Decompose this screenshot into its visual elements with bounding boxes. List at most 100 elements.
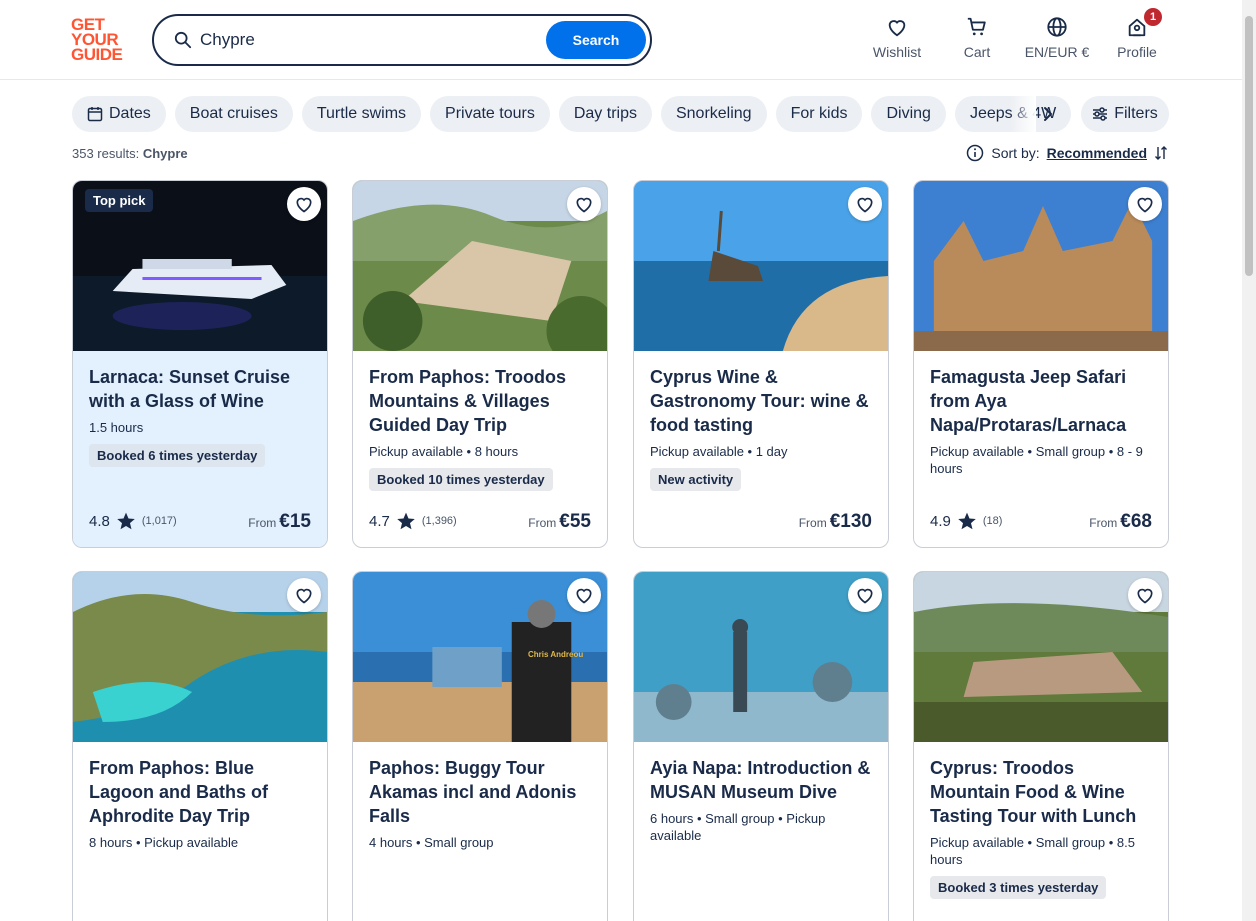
search-bar: Search (152, 14, 652, 66)
card-image (353, 181, 607, 351)
chip-label: For kids (790, 105, 848, 122)
card-title[interactable]: Famagusta Jeep Safari from Aya Napa/Prot… (930, 365, 1152, 437)
card-title[interactable]: Cyprus Wine & Gastronomy Tour: wine & fo… (650, 365, 872, 437)
card-title[interactable]: Cyprus: Troodos Mountain Food & Wine Tas… (930, 756, 1152, 828)
card-body: From Paphos: Troodos Mountains & Village… (353, 351, 607, 547)
card-body: Famagusta Jeep Safari from Aya Napa/Prot… (914, 351, 1168, 547)
sort-arrows-icon (1155, 146, 1167, 160)
results-count: 353 results: Chypre (72, 146, 188, 161)
card-rating: 4.7 (1,396) (369, 511, 457, 531)
price-from-label: From (798, 516, 827, 530)
review-count: (18) (982, 515, 1003, 527)
rating-value: 4.7 (369, 512, 390, 530)
card-meta: 1.5 hours (89, 420, 144, 435)
new-activity-tag: New activity (650, 468, 742, 491)
heart-icon (857, 588, 873, 604)
filters-button[interactable]: Filters (1081, 96, 1169, 132)
price-value: €15 (279, 511, 311, 532)
card-meta: Pickup available • 8 hours (369, 444, 519, 459)
search-input[interactable] (200, 26, 530, 54)
card-title[interactable]: Ayia Napa: Introduction & MUSAN Museum D… (650, 756, 872, 804)
price-from-label: From (1089, 516, 1118, 530)
price-from-label: From (248, 516, 277, 530)
card-body: From Paphos: Blue Lagoon and Baths of Ap… (73, 742, 327, 921)
activity-card[interactable]: From Paphos: Blue Lagoon and Baths of Ap… (72, 571, 328, 921)
card-rating: 4.8 (1,017) (89, 511, 177, 531)
card-body: Ayia Napa: Introduction & MUSAN Museum D… (634, 742, 888, 921)
page-scrollbar[interactable] (1242, 0, 1256, 921)
booked-tag: Booked 10 times yesterday (369, 468, 553, 491)
nav-wishlist[interactable]: Wishlist (866, 16, 928, 64)
info-icon[interactable] (966, 144, 984, 162)
wishlist-heart-button[interactable] (848, 578, 882, 612)
card-title[interactable]: Paphos: Buggy Tour Akamas incl and Adoni… (369, 756, 591, 828)
card-meta: Pickup available • 1 day (650, 444, 788, 459)
nav-profile[interactable]: Profile 1 (1110, 8, 1164, 64)
chip-diving[interactable]: Diving (871, 96, 946, 132)
wishlist-heart-button[interactable] (848, 187, 882, 221)
site-header: GET YOUR GUIDE Search Wishlist Cart EN/E… (0, 0, 1242, 80)
wishlist-heart-button[interactable] (287, 578, 321, 612)
card-image (914, 572, 1168, 742)
price-value: €130 (829, 511, 872, 532)
heart-icon (296, 197, 312, 213)
notification-badge: 1 (1144, 8, 1162, 26)
category-chips: Dates Boat cruises Turtle swims Private … (72, 96, 1072, 132)
wishlist-heart-button[interactable] (567, 187, 601, 221)
chip-boat-cruises[interactable]: Boat cruises (174, 96, 293, 132)
nav-language-label: EN/EUR € (1024, 44, 1090, 60)
card-title[interactable]: From Paphos: Troodos Mountains & Village… (369, 365, 591, 437)
activity-card[interactable]: Cyprus Wine & Gastronomy Tour: wine & fo… (633, 180, 889, 548)
price-value: €55 (559, 511, 591, 532)
card-title[interactable]: From Paphos: Blue Lagoon and Baths of Ap… (89, 756, 311, 828)
wishlist-heart-button[interactable] (567, 578, 601, 612)
getyourguide-logo[interactable]: GET YOUR GUIDE (71, 16, 131, 65)
chip-private-tours[interactable]: Private tours (430, 96, 550, 132)
logo-line-3: GUIDE (71, 45, 123, 64)
nav-language-currency[interactable]: EN/EUR € (1018, 16, 1096, 64)
chip-label: Snorkeling (675, 105, 752, 122)
heart-icon (1137, 588, 1153, 604)
chip-day-trips[interactable]: Day trips (558, 96, 652, 132)
card-body: Paphos: Buggy Tour Akamas incl and Adoni… (353, 742, 607, 921)
card-meta: Pickup available • Small group • 8 - 9 h… (930, 444, 1143, 476)
activity-card[interactable]: From Paphos: Troodos Mountains & Village… (352, 180, 608, 548)
wishlist-heart-button[interactable] (287, 187, 321, 221)
scrollbar-thumb[interactable] (1245, 16, 1253, 276)
sort-value[interactable]: Recommended (1047, 145, 1147, 161)
card-meta: 4 hours • Small group (369, 835, 494, 850)
search-button[interactable]: Search (546, 21, 646, 59)
star-icon (117, 512, 135, 530)
card-meta: 8 hours • Pickup available (89, 835, 239, 850)
card-image (73, 572, 327, 742)
chip-for-kids[interactable]: For kids (775, 96, 863, 132)
heart-icon (888, 20, 906, 37)
rating-value: 4.9 (930, 512, 951, 530)
sort-control[interactable]: Sort by: Recommended (966, 144, 1168, 162)
chevron-right-icon[interactable] (1036, 102, 1060, 126)
activity-card[interactable]: Famagusta Jeep Safari from Aya Napa/Prot… (913, 180, 1169, 548)
activity-card[interactable]: Cyprus: Troodos Mountain Food & Wine Tas… (913, 571, 1169, 921)
search-icon (174, 31, 192, 49)
heart-icon (857, 197, 873, 213)
card-image (634, 181, 888, 351)
nav-cart-label: Cart (963, 44, 991, 60)
chip-dates[interactable]: Dates (72, 96, 166, 132)
heart-icon (1137, 197, 1153, 213)
activity-card[interactable]: Ayia Napa: Introduction & MUSAN Museum D… (633, 571, 889, 921)
chip-turtle-swims[interactable]: Turtle swims (301, 96, 422, 132)
card-image: Chris Andreou (353, 572, 607, 742)
chip-snorkeling[interactable]: Snorkeling (660, 96, 767, 132)
activity-card[interactable]: Top pick Larnaca: Sunset Cruise with a G… (72, 180, 328, 548)
wishlist-heart-button[interactable] (1128, 187, 1162, 221)
activity-card[interactable]: Chris Andreou Paphos: Buggy Tour Akamas … (352, 571, 608, 921)
card-title[interactable]: Larnaca: Sunset Cruise with a Glass of W… (89, 365, 311, 413)
card-price: From €55 (528, 511, 591, 533)
results-query: Chypre (142, 146, 188, 161)
price-value: €68 (1120, 511, 1152, 532)
wishlist-heart-button[interactable] (1128, 578, 1162, 612)
chip-label: Dates (109, 105, 151, 122)
nav-wishlist-label: Wishlist (872, 44, 922, 60)
nav-profile-label: Profile (1117, 44, 1157, 60)
nav-cart[interactable]: Cart (952, 16, 1002, 64)
